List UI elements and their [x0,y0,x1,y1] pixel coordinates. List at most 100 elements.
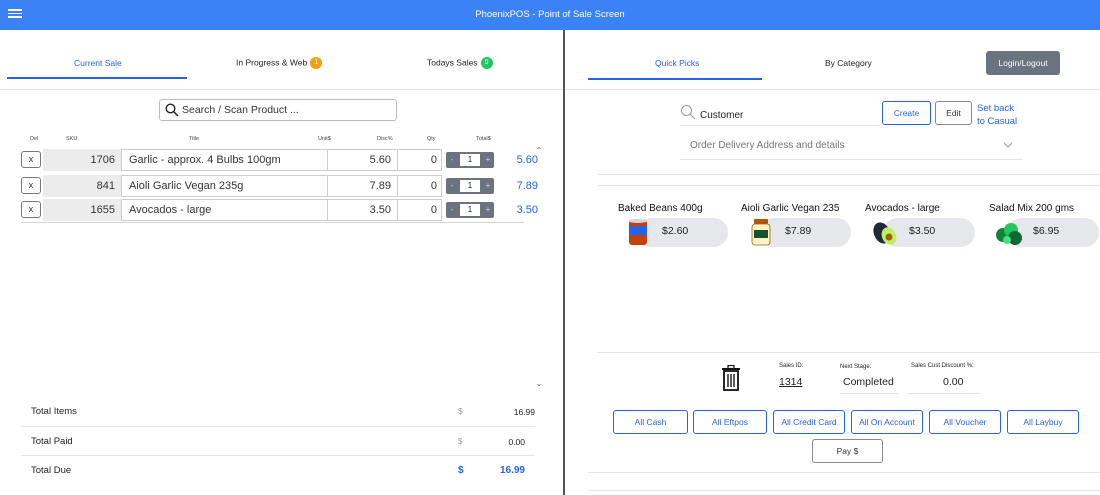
total-items-label: Total Items [31,406,77,417]
row-title[interactable]: Avocados - large [121,199,328,221]
chevron-down-icon [1003,142,1013,148]
quick-pick-price: $7.89 [785,225,812,237]
row-unit-price[interactable]: 3.50 [328,199,398,221]
jar-icon [751,219,771,246]
login-logout-button[interactable]: Login/Logout [986,51,1060,75]
quick-pick-price: $3.50 [909,225,936,237]
todays-sales-badge: 0 [480,57,493,69]
tab-quick-picks[interactable]: Quick Picks [655,58,699,68]
discount-value[interactable]: 0.00 [943,376,963,388]
col-head-disc: Disc% [377,136,393,142]
quick-pick-price: $6.95 [1033,225,1060,237]
quick-pick-price: $2.60 [662,225,689,237]
qty-minus-button[interactable]: - [446,152,458,168]
table-bottom-border [21,222,524,223]
col-head-total: Total$ [476,136,491,142]
col-head-del: Del [30,136,39,142]
set-back-casual-link[interactable]: Set back to Casual [977,102,1017,128]
row-discount[interactable]: 0 [398,149,442,171]
set-back-line-2: to Casual [977,116,1018,127]
quick-pick-baked-beans[interactable]: Baked Beans 400g $2.60 [618,203,733,251]
all-on-account-button[interactable]: All On Account [851,410,923,434]
total-items-currency: $ [458,407,463,416]
quick-pick-name: Aioli Garlic Vegan 235 [741,203,840,214]
total-paid-currency: $ [458,437,463,446]
next-stage-value[interactable]: Completed [843,376,894,388]
quick-pick-name: Avocados - large [865,203,940,214]
row-sku: 1706 [43,149,121,171]
tab-by-category[interactable]: By Category [825,58,872,68]
customer-input[interactable] [700,107,875,123]
all-voucher-button[interactable]: All Voucher [929,410,1001,434]
all-laybuy-button[interactable]: All Laybuy [1007,410,1079,434]
row-title[interactable]: Garlic - approx. 4 Bulbs 100gm [121,149,328,171]
create-customer-button[interactable]: Create [882,101,931,125]
edit-customer-button[interactable]: Edit [935,101,972,125]
delete-row-button[interactable]: x [21,201,41,218]
tab-active-underline [588,78,762,80]
qty-plus-button[interactable]: + [482,202,494,218]
qty-plus-button[interactable]: + [482,178,494,194]
qty-value[interactable]: 1 [460,180,480,192]
product-search[interactable] [159,99,397,121]
total-due-currency: $ [458,465,464,476]
all-cash-button[interactable]: All Cash [613,410,688,434]
quick-pick-aioli[interactable]: Aioli Garlic Vegan 235 $7.89 [741,203,856,251]
quantity-stepper: - 1 + [446,178,494,194]
delivery-address-label: Order Delivery Address and details [690,140,845,151]
delete-row-button[interactable]: x [21,177,41,194]
qty-plus-button[interactable]: + [482,152,494,168]
sales-id-label: Sales ID: [779,363,804,369]
search-icon [681,105,696,120]
all-eftpos-button[interactable]: All Eftpos [693,410,767,434]
quick-pick-salad-mix[interactable]: Salad Mix 200 gms $6.95 [989,203,1100,251]
delivery-address-expander[interactable]: Order Delivery Address and details [680,132,1023,160]
tab-current-sale[interactable]: Current Sale [74,58,122,68]
tab-todays-sales[interactable]: Todays Sales 0 [427,57,493,69]
tab-label: Quick Picks [655,58,700,68]
customer-search[interactable] [680,104,880,126]
table-row: x 1655 Avocados - large 3.50 0 - 1 + 3.5… [21,199,538,221]
delete-row-button[interactable]: x [21,151,41,168]
tab-label: Current Sale [74,58,122,68]
tab-label: In Progress & Web [236,57,308,68]
qty-value[interactable]: 1 [460,154,480,166]
col-head-sku: SKU [66,136,78,142]
col-head-unit: Unit$ [318,136,331,142]
quick-pick-avocados[interactable]: Avocados - large $3.50 [865,203,980,251]
panel-divider [563,30,565,495]
top-bar: PhoenixPOS - Point of Sale Screen [0,0,1100,30]
row-discount[interactable]: 0 [398,199,442,221]
section-divider [597,185,1100,186]
product-search-input[interactable] [182,102,392,118]
quick-pick-name: Salad Mix 200 gms [989,203,1075,214]
tab-label: Todays Sales [427,57,478,68]
scroll-up-icon[interactable]: ⌃ [534,146,544,156]
can-icon [629,219,647,245]
row-unit-price[interactable]: 7.89 [328,175,398,197]
trash-icon[interactable] [720,365,742,391]
quick-pick-name: Baked Beans 400g [618,203,703,214]
set-back-line-1: Set back [977,103,1014,114]
scroll-down-icon[interactable]: ⌄ [534,379,544,389]
row-title[interactable]: Aioli Garlic Vegan 235g [121,175,328,197]
avocado-icon [873,222,897,245]
qty-value[interactable]: 1 [460,204,480,216]
row-discount[interactable]: 0 [398,175,442,197]
tab-label: By Category [825,58,872,68]
tab-in-progress-web[interactable]: In Progress & Web 1 [236,57,323,69]
table-row: x 1706 Garlic - approx. 4 Bulbs 100gm 5.… [21,149,538,171]
section-divider [597,352,1100,353]
row-unit-price[interactable]: 5.60 [328,149,398,171]
all-credit-card-button[interactable]: All Credit Card [773,410,845,434]
pay-button[interactable]: Pay $ [812,439,883,463]
summary-divider [21,455,535,456]
qty-minus-button[interactable]: - [446,178,458,194]
table-scrollbar[interactable]: ⌃ ⌄ [532,143,546,389]
qty-minus-button[interactable]: - [446,202,458,218]
quantity-stepper: - 1 + [446,202,494,218]
discount-label: Sales Cust Discount %: [911,363,974,369]
sales-id-value[interactable]: 1314 [779,376,802,388]
total-paid-label: Total Paid [31,436,73,447]
total-paid-value: 0.00 [508,437,525,447]
